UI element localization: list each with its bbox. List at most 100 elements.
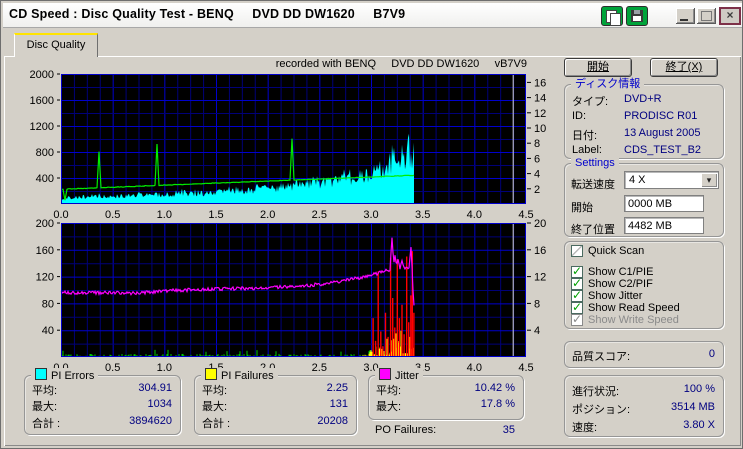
disc-info-title: ディスク情報 [571,77,645,91]
start-position-label: 開始 [571,202,593,214]
svg-text:16: 16 [534,245,546,257]
document-icon [610,13,621,26]
svg-text:8: 8 [534,298,540,310]
svg-text:4: 4 [534,169,540,181]
svg-text:16: 16 [534,77,546,89]
svg-text:4: 4 [534,325,540,337]
total-value: 20208 [317,415,348,427]
avg-label: 平均: [376,385,402,397]
svg-text:80: 80 [42,298,54,310]
start-position-field[interactable] [624,195,704,212]
disc-type-label: タイプ: [572,96,609,108]
svg-text:0.5: 0.5 [105,362,120,371]
po-failures-value: 35 [502,424,515,436]
save-icon[interactable] [626,6,648,26]
avg-value: 2.25 [326,382,348,394]
end-position-field[interactable] [624,217,704,234]
pi-failures-group-title: PI Failures [201,368,278,383]
minimize-button[interactable] [676,8,695,24]
disc-date-label: 日付: [572,130,598,142]
stop-button[interactable]: 終了(X) [650,58,718,77]
checkbox-label: Show Jitter [588,290,643,302]
progress-label: 進行状況: [572,386,620,398]
speed-label: 転送速度 [571,179,615,191]
speed-readout-label: 速度: [572,422,598,434]
disc-info-group: ディスク情報 タイプ: DVD+R ID: PRODISC R01 日付: 13 Au… [564,77,724,159]
svg-text:120: 120 [36,272,54,284]
quality-score-group: 品質スコア: 0 [564,341,724,368]
svg-text:2000: 2000 [30,69,54,81]
max-label: 最大: [32,401,58,413]
copy-to-clipboard-icon[interactable] [601,6,623,26]
speed-readout-value: 3.80 X [683,419,715,431]
svg-text:1200: 1200 [30,121,54,133]
pif-jitter-svg: 4080120160200481216200.0 0.5 1.0 1.5 2.0 2.5 3… [36,218,547,374]
maximize-button[interactable] [697,8,716,24]
progress-value: 100 % [683,383,715,395]
pi-failures-group: PI Failures 平均: 2.25 最大: 131 合計 : 20208 [194,368,357,435]
speed-select-value: 4 X [629,174,646,186]
avg-value: 10.42 % [474,382,515,394]
settings-title: Settings [571,156,619,170]
svg-text:400: 400 [36,173,54,185]
checkbox-label: Show Read Speed [588,302,680,314]
svg-text:12: 12 [534,108,546,120]
total-value: 3894620 [129,415,172,427]
max-value: 17.8 % [480,398,515,410]
max-value: 1034 [147,398,172,410]
svg-text:200: 200 [36,218,54,230]
svg-text:12: 12 [534,272,546,284]
checkbox-label: Quick Scan [588,245,645,257]
close-icon: × [726,8,734,22]
avg-label: 平均: [202,385,228,397]
floppy-disk-icon [631,10,643,22]
svg-text:1.0: 1.0 [157,362,172,371]
disc-id-label: ID: [572,110,587,122]
svg-text:1600: 1600 [30,95,54,107]
start-button[interactable]: 開始 [564,58,632,77]
maximize-icon [701,11,712,21]
quality-score-value: 0 [708,348,715,360]
tab-disc-quality[interactable]: Disc Quality [14,33,98,57]
svg-text:14: 14 [534,93,546,105]
jitter-group-title: Jitter [375,368,423,383]
chevron-down-icon[interactable]: ▾ [701,173,717,187]
disc-label-value: CDS_TEST_B2 [624,144,702,156]
minimize-icon [680,19,688,21]
disc-date-value: 13 August 2005 [624,127,701,139]
checkbox-label: Show C1/PIE [588,266,654,278]
pi-failures-jitter-chart: 40 80 120 160 200 4 8 12 16 20 0.0 0.5 1.0 1.5 2.0 2.5 3… [21,218,556,376]
pi-errors-group-title: PI Errors [31,368,99,383]
svg-text:6: 6 [534,153,540,165]
disc-id-value: PRODISC R01 [624,110,698,122]
position-label: ポジション: [572,404,631,416]
title-bar: CD Speed : Disc Quality Test - BENQ DVD … [3,3,742,28]
total-label: 合計 : [202,418,231,430]
pi-errors-group: PI Errors 平均: 304.91 最大: 1034 合計 : 3894620 [24,368,181,435]
po-failures-label: PO Failures: [375,424,437,436]
checkbox-box: ✓ [571,312,583,326]
position-value: 3514 MB [670,401,715,413]
speed-select[interactable]: 4 X ▾ [624,171,719,189]
quality-score-label: 品質スコア: [572,351,631,363]
pi-failures-swatch [205,368,217,380]
jitter-swatch [379,368,391,380]
max-value: 131 [329,398,348,410]
avg-label: 平均: [32,385,58,397]
jitter-group: Jitter 平均: 10.42 % 最大: 17.8 % [368,368,524,420]
pi-errors-chart: 400 800 1200 1600 2000 2 4 6 8 10 12 14 16 0.0 0.5 1.0 1… [21,69,556,226]
svg-text:10: 10 [534,123,546,135]
avg-value: 304.91 [138,382,172,394]
pi-errors-swatch [35,368,47,380]
checkbox-label: Show Write Speed [588,314,679,326]
svg-text:2: 2 [534,184,540,196]
checkbox-box[interactable]: ✓ [571,245,583,257]
app-window: CD Speed : Disc Quality Test - BENQ DVD … [0,0,743,449]
svg-text:8: 8 [534,138,540,150]
disc-label-label: Label: [572,144,602,156]
options-group: ✓Quick Scan ✓Show C1/PIE ✓Show C2/PIF ✓S… [564,241,724,329]
close-button[interactable]: × [719,7,741,25]
end-position-label: 終了位置 [571,224,615,236]
pie-speed-svg: 4008001200160020002468101214160.0 0.5 1.0 1… [30,69,547,221]
disc-type-value: DVD+R [624,93,662,105]
